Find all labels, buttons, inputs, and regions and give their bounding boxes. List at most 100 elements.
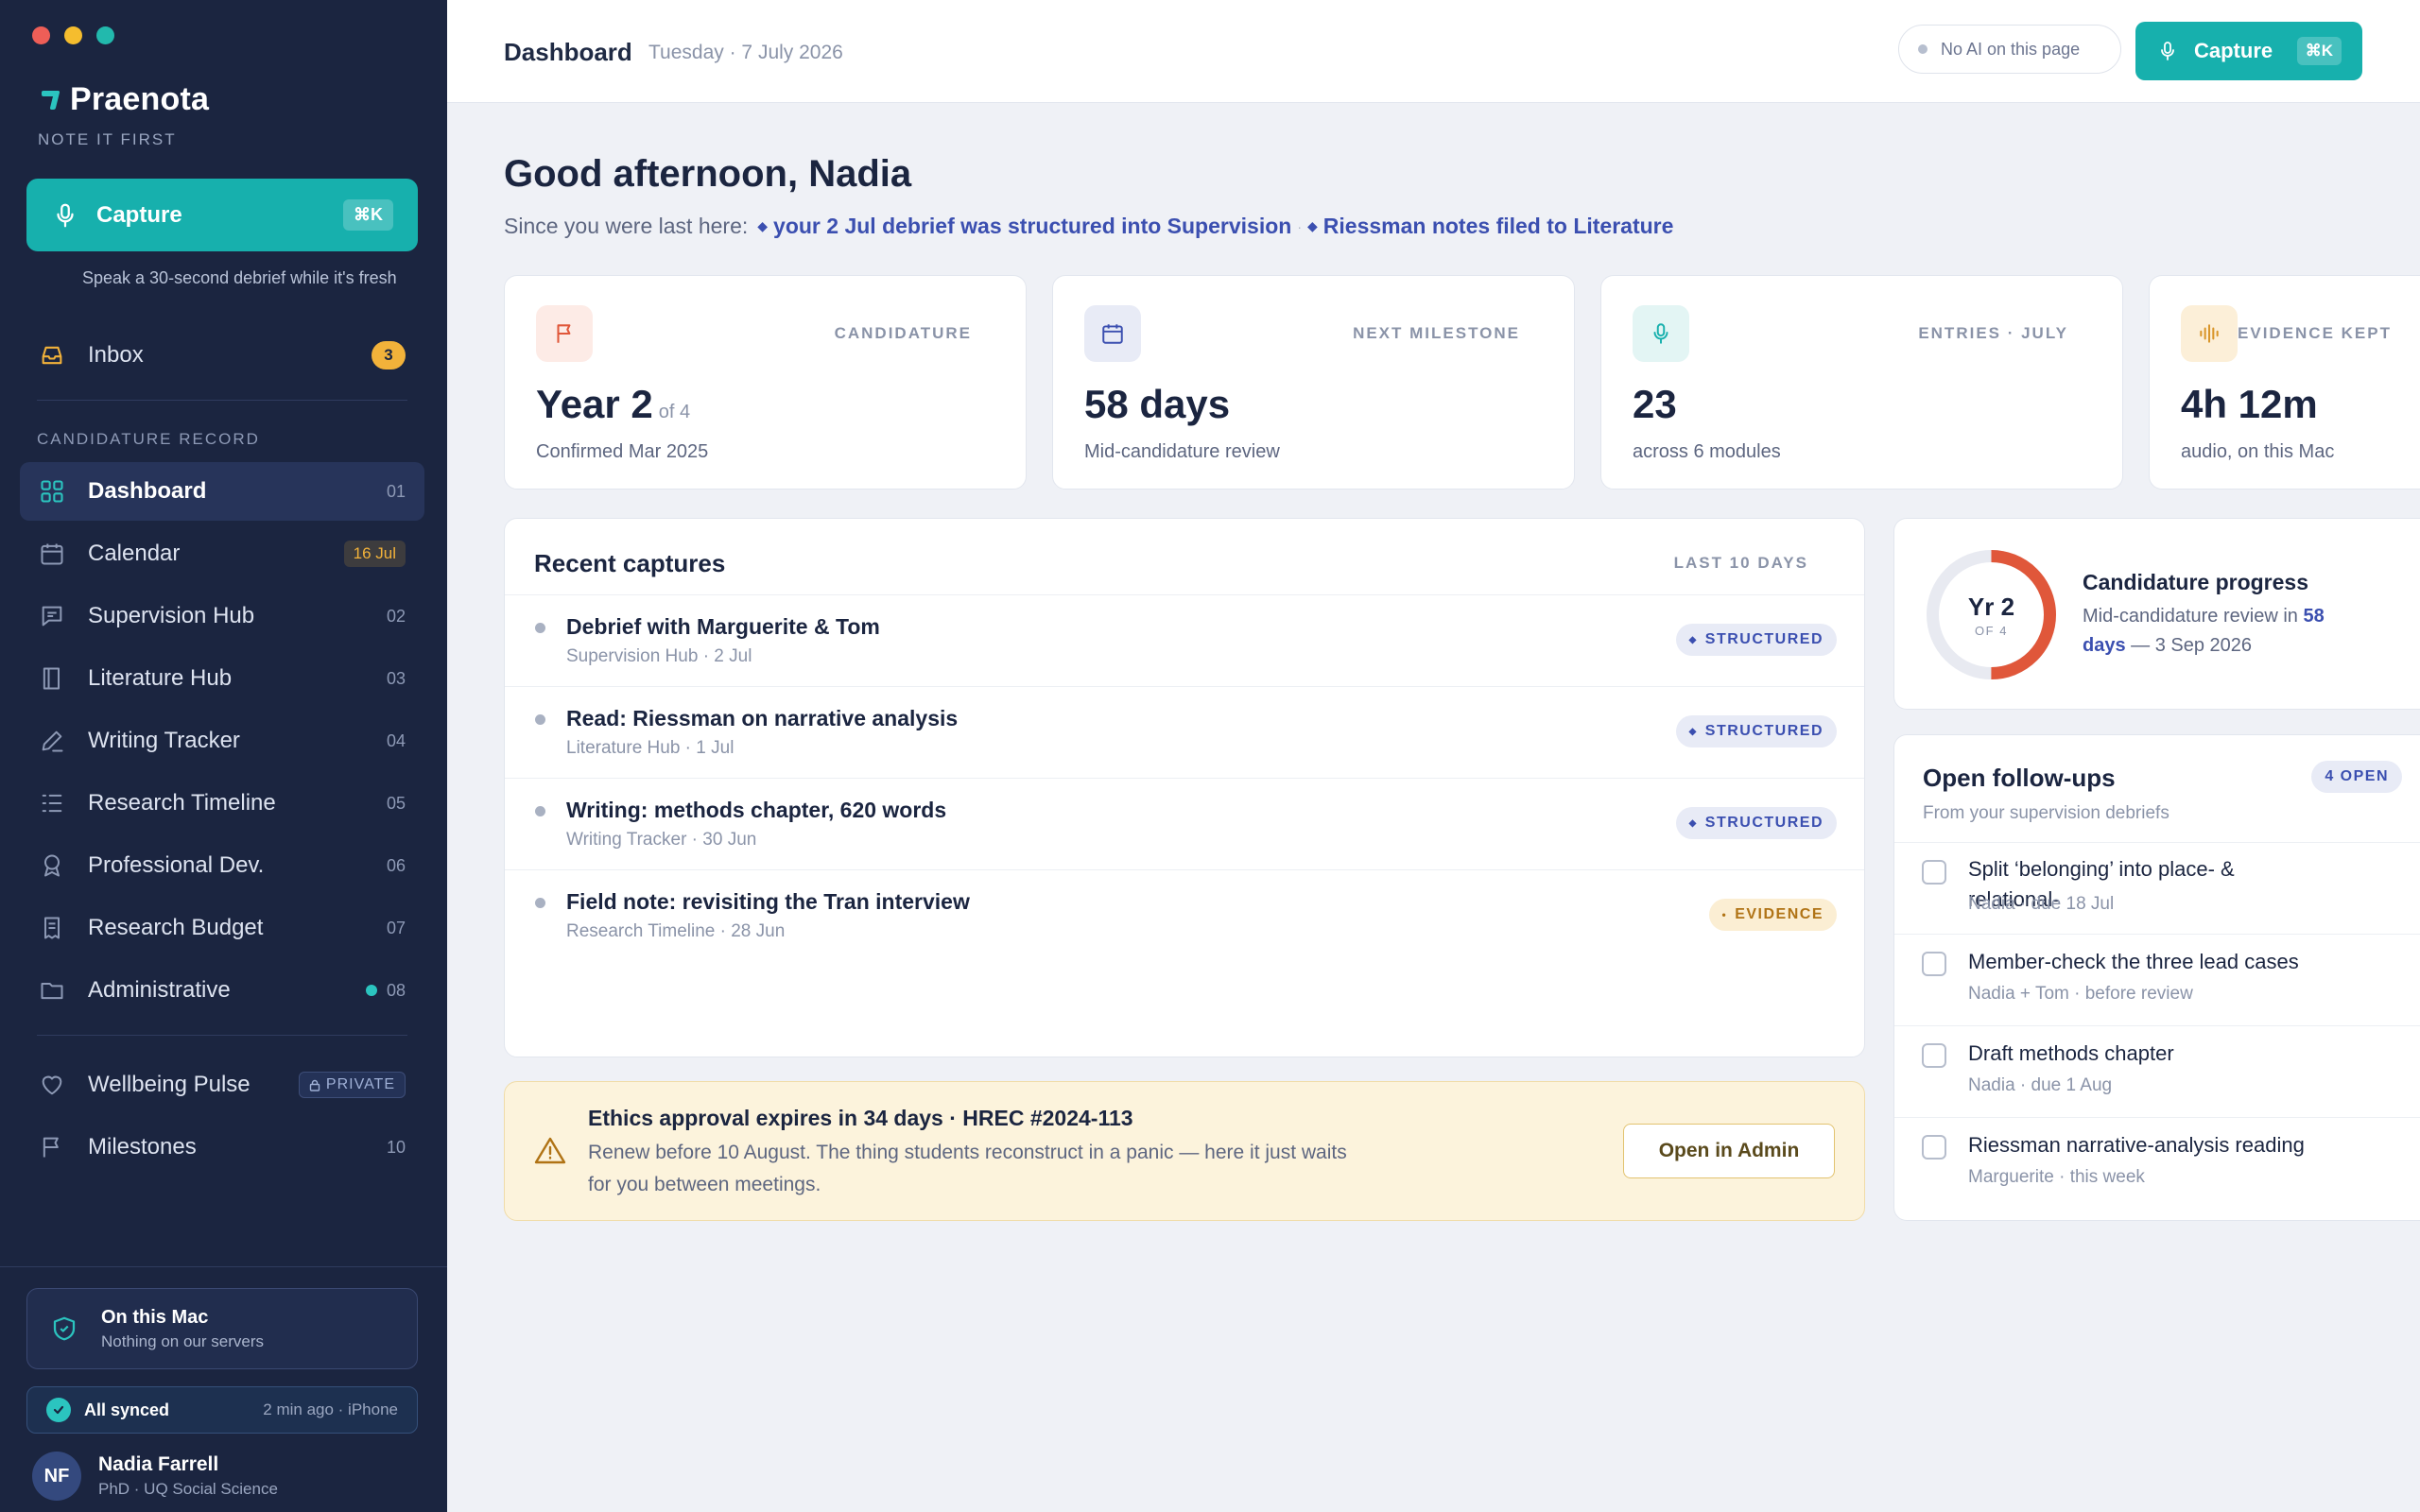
alert-body: Renew before 10 August. The thing studen… (588, 1142, 1347, 1195)
diamond-icon: ◆ (1688, 726, 1698, 737)
status-badge-label: STRUCTURED (1704, 631, 1824, 647)
capture-title: Debrief with Marguerite & Tom (566, 614, 880, 639)
user-name: Nadia Farrell (98, 1453, 219, 1475)
progress-title: Candidature progress (2083, 570, 2308, 594)
mic-icon (1633, 305, 1689, 362)
sidebar-item-administrative[interactable]: Administrative 08 (20, 961, 424, 1020)
status-dot (365, 985, 377, 996)
sidebar-item-label: Literature Hub (88, 665, 233, 691)
follow-up-checkbox[interactable] (1922, 1043, 1946, 1068)
sidebar-item-literature-hub[interactable]: Literature Hub 03 (20, 649, 424, 708)
avatar: NF (32, 1452, 81, 1501)
mic-icon (57, 203, 74, 227)
follow-up-title: Draft methods chapter (1968, 1041, 2174, 1065)
capture-hint: Speak a 30-second debrief while it's fre… (82, 268, 397, 287)
sidebar-item-label: Wellbeing Pulse (88, 1072, 251, 1097)
candidature-progress-card[interactable]: Yr 2 OF 4 Candidature progress Mid-candi… (1893, 518, 2420, 710)
stat-card-entries[interactable]: ENTRIES · JULY 23 across 6 modules (1600, 275, 2123, 490)
status-badge: ◆ STRUCTURED (1675, 807, 1837, 839)
private-badge: PRIVATE (298, 1072, 406, 1098)
sidebar-item-professional-dev[interactable]: Professional Dev. 06 (20, 836, 424, 895)
inbox-count-badge: 3 (372, 341, 406, 369)
sidebar-item-research-budget[interactable]: Research Budget 07 (20, 899, 424, 957)
diamond-icon: ◆ (757, 218, 769, 233)
follow-up-item: Member-check the three lead cases Nadia … (1894, 934, 2420, 1025)
mac-card-subtitle: Nothing on our servers (101, 1332, 264, 1350)
diamond-icon: ◆ (1688, 817, 1698, 829)
progress-body-suffix: — 3 Sep 2026 (2131, 635, 2253, 656)
pencil-icon (42, 730, 63, 752)
status-badge-label: STRUCTURED (1704, 723, 1824, 739)
list-item[interactable]: Debrief with Marguerite & Tom Supervisio… (505, 594, 1864, 686)
capture-meta: Research Timeline · 28 Jun (566, 921, 786, 941)
folder-icon (41, 983, 63, 1000)
stat-caption: NEXT MILESTONE (1353, 324, 1520, 342)
stat-subtitle: Confirmed Mar 2025 (536, 441, 709, 462)
capture-label: Capture (96, 201, 182, 228)
progress-body-prefix: Mid-candidature review in (2083, 606, 2298, 627)
list-item[interactable]: Writing: methods chapter, 620 words Writ… (505, 778, 1864, 869)
sidebar-item-number: 04 (386, 730, 406, 750)
mac-card-title: On this Mac (101, 1306, 209, 1328)
open-count-badge: 4 OPEN (2311, 761, 2402, 793)
chat-icon (42, 606, 62, 627)
bullet (535, 806, 545, 816)
sidebar-item-dashboard[interactable]: Dashboard 01 (20, 462, 424, 521)
progress-ring-label: Yr 2 OF 4 (1924, 547, 2059, 682)
sidebar-item-label: Dashboard (88, 478, 207, 504)
sidebar-item-label: Milestones (88, 1134, 197, 1160)
sync-meta: 2 min ago · iPhone (263, 1400, 398, 1418)
open-follow-ups-panel: Open follow-ups From your supervision de… (1893, 734, 2420, 1221)
close-window-button[interactable] (32, 26, 50, 44)
stat-subtitle: audio, on this Mac (2181, 441, 2335, 462)
diamond-icon: ◆ (1307, 218, 1318, 233)
follow-up-meta: Nadia + Tom · before review (1968, 984, 2193, 1004)
lock-icon (309, 1079, 320, 1091)
zoom-window-button[interactable] (96, 26, 114, 44)
minimize-window-button[interactable] (64, 26, 82, 44)
sidebar-item-label: Inbox (88, 342, 144, 368)
update-link-debrief[interactable]: your 2 Jul debrief was structured into S… (773, 214, 1291, 239)
sidebar-item-supervision-hub[interactable]: Supervision Hub 02 (20, 587, 424, 645)
heart-icon (42, 1075, 62, 1095)
stat-value: Year 2 of 4 (536, 382, 690, 427)
check-icon (46, 1398, 71, 1422)
sidebar-item-calendar[interactable]: Calendar 16 Jul (20, 524, 424, 583)
page-title: Dashboard (504, 38, 632, 66)
ring-value: Yr 2 (1967, 592, 2015, 621)
sidebar-capture-button[interactable]: Capture ⌘K (26, 179, 418, 251)
divider (37, 400, 407, 401)
follow-up-item: Draft methods chapter Nadia · due 1 Aug (1894, 1025, 2420, 1117)
sidebar-item-number: 06 (386, 855, 406, 875)
stat-card-evidence[interactable]: EVIDENCE KEPT 4h 12m audio, on this Mac (2149, 275, 2420, 490)
stat-value: 23 (1633, 382, 1677, 426)
list-icon (42, 794, 62, 813)
top-capture-button[interactable]: Capture ⌘K (2135, 22, 2362, 80)
sync-status[interactable]: All synced 2 min ago · iPhone (26, 1386, 418, 1434)
stat-value: 58 days (1084, 382, 1231, 426)
stat-card-candidature[interactable]: CANDIDATURE Year 2 of 4 Confirmed Mar 202… (504, 275, 1027, 490)
stat-caption: ENTRIES · JULY (1918, 324, 2068, 342)
user-profile[interactable]: NF Nadia Farrell PhD · UQ Social Science (32, 1452, 278, 1501)
follow-up-checkbox[interactable] (1922, 1135, 1946, 1160)
stat-card-next-milestone[interactable]: NEXT MILESTONE 58 days Mid-candidature r… (1052, 275, 1575, 490)
sidebar-item-inbox[interactable]: Inbox 3 (20, 326, 424, 385)
sidebar-item-number: 02 (386, 606, 406, 626)
follow-up-checkbox[interactable] (1922, 860, 1946, 885)
list-item[interactable]: Field note: revisiting the Tran intervie… (505, 869, 1864, 961)
sidebar-item-wellbeing-pulse[interactable]: Wellbeing Pulse PRIVATE (20, 1056, 424, 1114)
separator: · (1297, 218, 1302, 234)
sidebar-item-label: Supervision Hub (88, 603, 255, 628)
sidebar-item-research-timeline[interactable]: Research Timeline 05 (20, 774, 424, 833)
panel-meta: LAST 10 DAYS (1673, 554, 1808, 572)
sidebar-item-writing-tracker[interactable]: Writing Tracker 04 (20, 712, 424, 770)
list-item[interactable]: Read: Riessman on narrative analysis Lit… (505, 686, 1864, 778)
open-in-admin-button[interactable]: Open in Admin (1623, 1124, 1835, 1178)
brand: Praenota (40, 81, 209, 118)
greeting-title: Good afternoon, Nadia (504, 153, 912, 195)
follow-up-checkbox[interactable] (1922, 952, 1946, 976)
update-link-riessman[interactable]: Riessman notes filed to Literature (1323, 214, 1674, 239)
bullet (535, 714, 545, 725)
sidebar-item-milestones[interactable]: Milestones 10 (20, 1118, 424, 1177)
window-controls (32, 26, 114, 44)
